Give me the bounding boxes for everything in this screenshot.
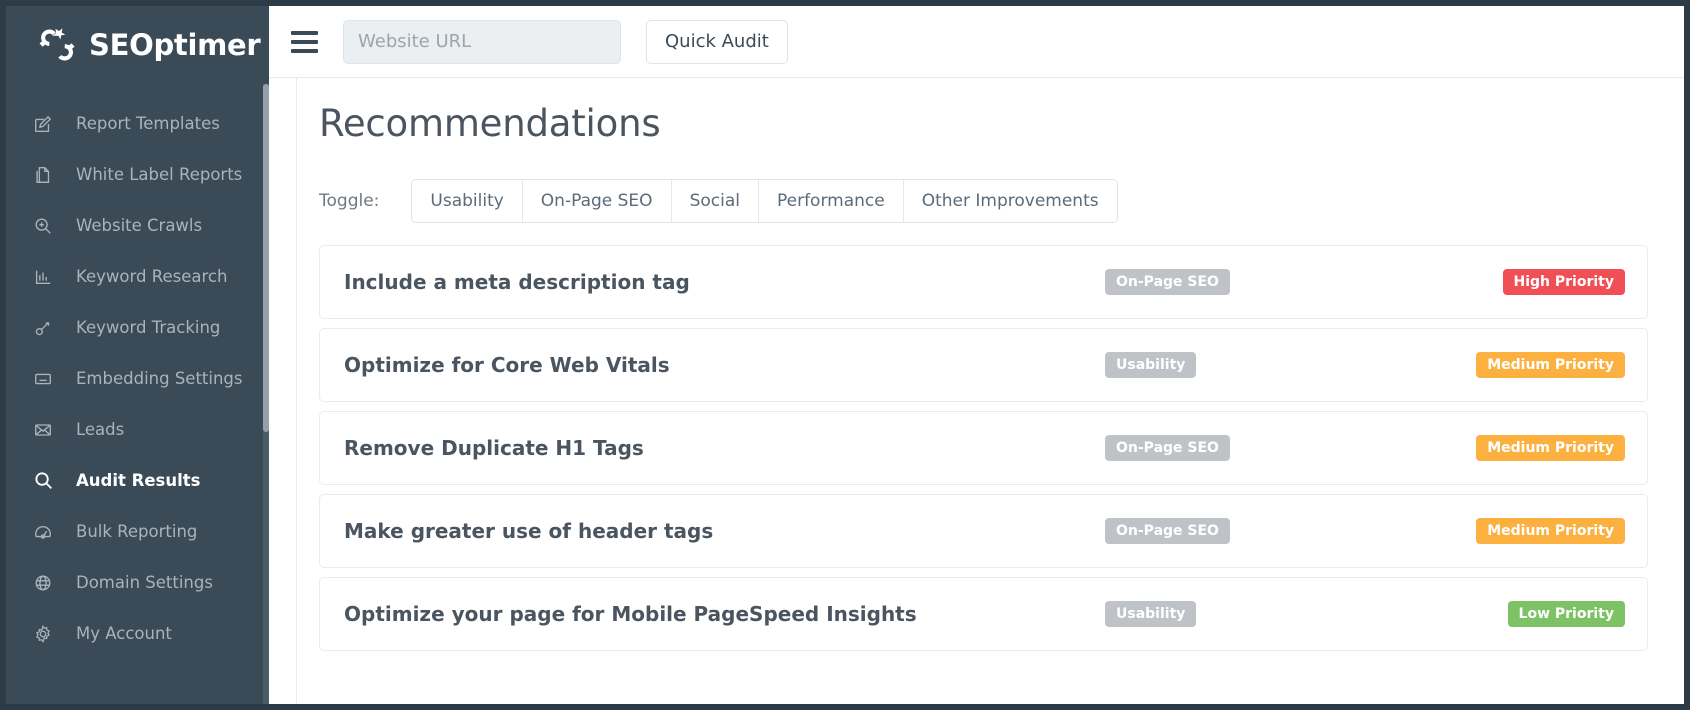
category-badge: On-Page SEO (1105, 269, 1230, 295)
sidebar-item-leads[interactable]: Leads (6, 404, 269, 455)
sidebar-item-embedding-settings[interactable]: Embedding Settings (6, 353, 269, 404)
sidebar-item-label: Domain Settings (76, 573, 213, 592)
gear-icon (32, 623, 54, 645)
sidebar-item-my-account[interactable]: My Account (6, 608, 269, 659)
sidebar-item-label: White Label Reports (76, 165, 242, 184)
top-bar: Quick Audit (269, 6, 1684, 78)
sidebar-item-audit-results[interactable]: Audit Results (6, 455, 269, 506)
bar-chart-icon (32, 266, 54, 288)
recommendation-priority-cell: Medium Priority (1445, 518, 1625, 544)
recommendation-row[interactable]: Include a meta description tag On-Page S… (319, 245, 1648, 319)
recommendation-priority-cell: Medium Priority (1445, 435, 1625, 461)
sidebar-item-website-crawls[interactable]: Website Crawls (6, 200, 269, 251)
recommendation-category-cell: On-Page SEO (1105, 518, 1445, 544)
recommendation-title: Optimize your page for Mobile PageSpeed … (344, 602, 917, 626)
priority-badge: Medium Priority (1476, 435, 1625, 461)
sidebar-item-label: Website Crawls (76, 216, 202, 235)
recommendation-title: Remove Duplicate H1 Tags (344, 436, 644, 460)
magnifier-plus-icon (32, 215, 54, 237)
sidebar-item-white-label-reports[interactable]: White Label Reports (6, 149, 269, 200)
sidebar-item-label: Embedding Settings (76, 369, 243, 388)
content-scroll-region: Recommendations Toggle: Usability On-Pag… (269, 78, 1684, 704)
recommendation-category-cell: On-Page SEO (1105, 435, 1445, 461)
pencil-square-icon (32, 113, 54, 135)
page-title: Recommendations (319, 102, 1648, 145)
priority-badge: Medium Priority (1476, 352, 1625, 378)
category-badge: On-Page SEO (1105, 518, 1230, 544)
priority-badge: Medium Priority (1476, 518, 1625, 544)
toggle-performance[interactable]: Performance (758, 180, 903, 222)
category-badge: Usability (1105, 352, 1196, 378)
toggle-filter-row: Toggle: Usability On-Page SEO Social Per… (319, 179, 1648, 223)
recommendation-row[interactable]: Optimize for Core Web Vitals Usability M… (319, 328, 1648, 402)
recommendation-category-cell: Usability (1105, 601, 1445, 627)
recommendation-priority-cell: High Priority (1445, 269, 1625, 295)
sidebar-item-label: Keyword Tracking (76, 318, 220, 337)
embed-box-icon (32, 368, 54, 390)
sidebar-item-report-templates[interactable]: Report Templates (6, 98, 269, 149)
seoptimer-gears-logo-icon (36, 24, 78, 66)
globe-icon (32, 572, 54, 594)
sidebar-item-keyword-research[interactable]: Keyword Research (6, 251, 269, 302)
sidebar-nav: Report Templates White Label Reports Web… (6, 84, 269, 659)
content-left-gutter (269, 78, 297, 704)
toggle-button-group: Usability On-Page SEO Social Performance… (411, 179, 1117, 223)
recommendation-row[interactable]: Remove Duplicate H1 Tags On-Page SEO Med… (319, 411, 1648, 485)
documents-copy-icon (32, 164, 54, 186)
recommendation-category-cell: On-Page SEO (1105, 269, 1445, 295)
hamburger-icon[interactable] (291, 31, 318, 53)
brand-logo-area[interactable]: SEOptimer (6, 6, 269, 84)
priority-badge: High Priority (1503, 269, 1625, 295)
sidebar: SEOptimer Report Templates White Label R… (6, 6, 269, 704)
recommendation-title: Include a meta description tag (344, 270, 690, 294)
category-badge: On-Page SEO (1105, 435, 1230, 461)
quick-audit-button[interactable]: Quick Audit (646, 20, 788, 64)
recommendation-title: Optimize for Core Web Vitals (344, 353, 670, 377)
sidebar-item-bulk-reporting[interactable]: Bulk Reporting (6, 506, 269, 557)
priority-badge: Low Priority (1508, 601, 1625, 627)
toggle-on-page-seo[interactable]: On-Page SEO (522, 180, 671, 222)
recommendation-row[interactable]: Optimize your page for Mobile PageSpeed … (319, 577, 1648, 651)
brand-name: SEOptimer (89, 28, 260, 62)
magnifier-icon (32, 470, 54, 492)
sidebar-item-label: Keyword Research (76, 267, 227, 286)
toggle-other-improvements[interactable]: Other Improvements (903, 180, 1117, 222)
sidebar-item-label: Leads (76, 420, 124, 439)
envelope-icon (32, 419, 54, 441)
sidebar-item-label: Bulk Reporting (76, 522, 197, 541)
key-icon (32, 317, 54, 339)
recommendation-priority-cell: Medium Priority (1445, 352, 1625, 378)
content: Recommendations Toggle: Usability On-Pag… (297, 78, 1684, 704)
main-area: Quick Audit Recommendations Toggle: Usab… (269, 6, 1684, 704)
app-window: SEOptimer Report Templates White Label R… (0, 0, 1690, 710)
recommendations-list: Include a meta description tag On-Page S… (319, 245, 1648, 651)
sidebar-item-label: My Account (76, 624, 172, 643)
sidebar-item-domain-settings[interactable]: Domain Settings (6, 557, 269, 608)
recommendation-title: Make greater use of header tags (344, 519, 713, 543)
sidebar-item-label: Audit Results (76, 471, 200, 490)
toggle-usability[interactable]: Usability (412, 180, 521, 222)
sidebar-item-keyword-tracking[interactable]: Keyword Tracking (6, 302, 269, 353)
recommendation-category-cell: Usability (1105, 352, 1445, 378)
website-url-input[interactable] (343, 20, 621, 64)
recommendation-row[interactable]: Make greater use of header tags On-Page … (319, 494, 1648, 568)
toggle-label: Toggle: (319, 191, 379, 211)
category-badge: Usability (1105, 601, 1196, 627)
sidebar-item-label: Report Templates (76, 114, 220, 133)
gauge-icon (32, 521, 54, 543)
recommendation-priority-cell: Low Priority (1445, 601, 1625, 627)
toggle-social[interactable]: Social (671, 180, 758, 222)
